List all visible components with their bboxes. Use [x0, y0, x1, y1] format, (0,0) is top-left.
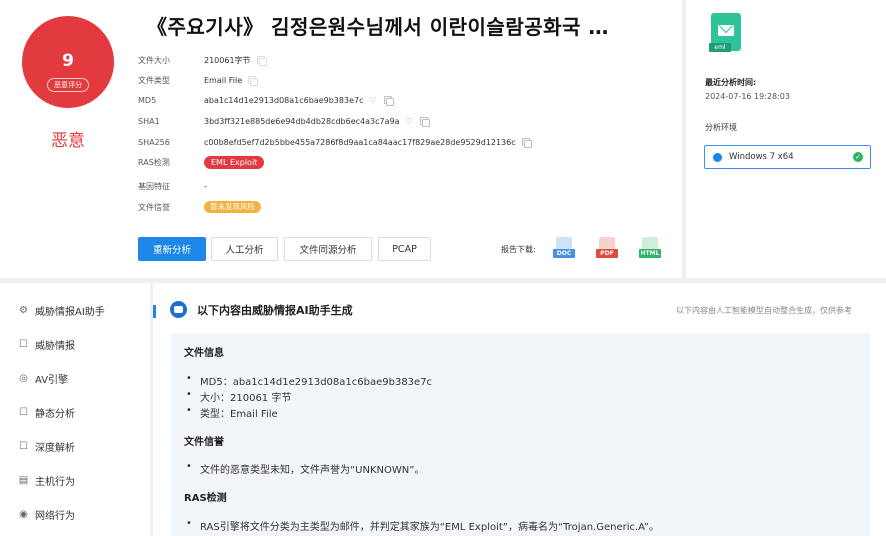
row-sha1: SHA1 3bd3ff321e885de6e94db4db28cdb6ec4a3… — [138, 114, 430, 128]
host-icon: ▤ — [18, 475, 29, 486]
file-title: 《주요기사》 김정은원수님께서 이란이슬람공화국 … — [147, 15, 609, 39]
pdf-format-label: PDF — [596, 249, 618, 258]
md5-value: aba1c14d1e2913d08a1c6bae9b383e7c — [204, 95, 364, 105]
pcap-button[interactable]: PCAP — [378, 237, 431, 261]
copy-icon[interactable] — [419, 117, 430, 127]
detail-label: 文件类型 — [138, 75, 170, 85]
html-format-label: HTML — [639, 249, 661, 258]
copy-icon[interactable] — [248, 76, 259, 86]
reputation-tag: 暂未发现风险 — [204, 201, 261, 213]
score-value: 9 — [62, 51, 74, 71]
row-sha256: SHA256 c00b8efd5ef7d2b5bbe455a7286f8d9aa… — [138, 135, 532, 149]
report-download-label: 报告下载: — [501, 245, 536, 254]
ras-tag[interactable]: EML Exploit — [204, 155, 265, 169]
nav-deep-analysis[interactable]: ☐ 深度解析 — [18, 439, 75, 454]
shield-icon[interactable]: ⛉ — [370, 96, 378, 105]
nav-label: 威胁情报 — [35, 341, 75, 352]
bullet-item: 类型：Email File — [186, 405, 278, 420]
doc-download-icon[interactable]: DOC — [553, 237, 575, 261]
ai-report-title: 以下内容由威胁情报AI助手生成 — [197, 303, 353, 317]
row-file-type: 文件类型 Email File — [138, 73, 259, 87]
detail-label: 基因特征 — [138, 181, 170, 191]
nav-static-analysis[interactable]: ☐ 静态分析 — [18, 405, 75, 420]
nav-label: AV引擎 — [35, 375, 69, 386]
reanalyze-button[interactable]: 重新分析 — [138, 237, 206, 261]
row-file-size: 文件大小 210061字节 — [138, 53, 267, 67]
nav-network-behavior[interactable]: ◉ 网络行为 — [18, 507, 75, 522]
file-type-value: Email File — [204, 75, 243, 85]
nav-av-engine[interactable]: ◎ AV引擎 — [18, 371, 68, 386]
homology-analysis-button[interactable]: 文件同源分析 — [284, 237, 372, 261]
env-selector[interactable]: Windows 7 x64 ✓ — [704, 145, 871, 169]
nav-ai-assistant[interactable]: ⚙ 威胁情报AI助手 — [18, 303, 105, 318]
row-md5: MD5 aba1c14d1e2913d08a1c6bae9b383e7c ⛉ — [138, 93, 394, 107]
nav-label: 网络行为 — [35, 511, 75, 522]
detail-label: SHA1 — [138, 116, 160, 126]
manual-analysis-button[interactable]: 人工分析 — [211, 237, 278, 261]
ai-report-body — [171, 333, 870, 536]
verdict-label: 恶意 — [51, 131, 85, 151]
section-accent-bar — [153, 305, 156, 318]
section-heading-ras: RAS检测 — [184, 493, 227, 504]
sha1-value: 3bd3ff321e885de6e94db4db28cdb6ec4a3c7a9a — [204, 116, 400, 126]
deep-icon: ☐ — [19, 441, 28, 452]
check-icon: ✓ — [853, 152, 863, 162]
nav-label: 主机行为 — [35, 477, 75, 488]
static-icon: ☐ — [19, 407, 28, 418]
score-circle: 9 恶意评分 — [22, 16, 114, 108]
sha256-value: c00b8efd5ef7d2b5bbe455a7286f8d9aa1ca84aa… — [204, 137, 516, 147]
shield-icon[interactable]: ⛉ — [406, 117, 414, 126]
nav-label: 威胁情报AI助手 — [35, 307, 105, 318]
score-label: 恶意评分 — [47, 78, 89, 92]
row-ras: RAS检测 EML Exploit — [138, 155, 265, 169]
row-reputation: 文件信誉 暂未发现风险 — [138, 200, 261, 214]
detail-label: MD5 — [138, 95, 157, 105]
section-heading-reputation: 文件信誉 — [184, 437, 224, 448]
envelope-icon — [718, 25, 734, 36]
last-analysis-time: 2024-07-16 19:28:03 — [705, 92, 790, 101]
bullet-item: 文件的恶意类型未知，文件声誉为“UNKNOWN”。 — [186, 461, 424, 476]
nav-label: 静态分析 — [35, 409, 75, 420]
detail-label: 文件信誉 — [138, 202, 170, 212]
html-download-icon[interactable]: HTML — [639, 237, 661, 261]
row-gene: 基因特征 - — [138, 179, 207, 193]
bullet-item: RAS引擎将文件分类为主类型为邮件，并判定其家族为“EML Exploit”，病… — [186, 518, 659, 533]
nav-host-behavior[interactable]: ▤ 主机行为 — [18, 473, 75, 488]
bot-icon — [170, 301, 187, 318]
copy-icon[interactable] — [256, 56, 267, 66]
nav-threat-intel[interactable]: ☐ 威胁情报 — [18, 337, 75, 352]
bullet-item: 大小：210061 字节 — [186, 389, 291, 404]
pdf-download-icon[interactable]: PDF — [596, 237, 618, 261]
detail-label: SHA256 — [138, 137, 170, 147]
section-heading-file-info: 文件信息 — [184, 348, 224, 359]
detail-label: RAS检测 — [138, 157, 170, 167]
intel-icon: ☐ — [19, 339, 28, 350]
av-icon: ◎ — [19, 373, 28, 384]
env-value: Windows 7 x64 — [729, 152, 794, 162]
file-size-value: 210061字节 — [204, 55, 251, 65]
detail-label: 文件大小 — [138, 55, 170, 65]
network-icon: ◉ — [19, 509, 28, 520]
nav-label: 深度解析 — [35, 443, 75, 454]
ai-icon: ⚙ — [19, 305, 28, 316]
eml-file-icon: eml — [709, 13, 743, 57]
doc-format-label: DOC — [553, 249, 575, 258]
ai-disclaimer: 以下内容由人工智能模型自动整合生成，仅供参考 — [676, 306, 852, 315]
env-label: 分析环境 — [705, 123, 737, 132]
ai-report-header: 以下内容由威胁情报AI助手生成 — [170, 301, 353, 318]
last-analysis-label: 最近分析时间: — [705, 78, 757, 87]
gene-value: - — [204, 181, 207, 191]
windows-icon — [713, 152, 722, 162]
copy-icon[interactable] — [521, 138, 532, 148]
copy-icon[interactable] — [383, 96, 394, 106]
file-ext-label: eml — [709, 43, 731, 52]
bullet-item: MD5：aba1c14d1e2913d08a1c6bae9b383e7c — [186, 373, 432, 388]
